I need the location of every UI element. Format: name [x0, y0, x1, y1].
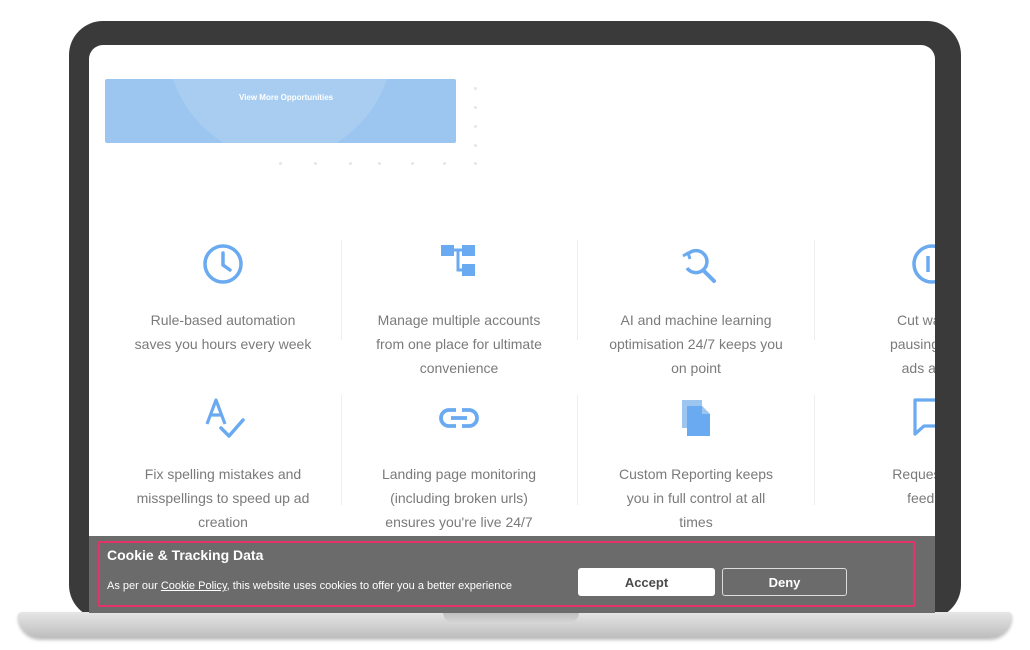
feature-multi-account: Manage multiple accounts from one place …: [349, 242, 569, 380]
cookie-policy-link[interactable]: Cookie Policy: [161, 580, 227, 592]
accept-button[interactable]: Accept: [578, 568, 715, 596]
feature-spelling: Fix spelling mistakes and misspellings t…: [113, 396, 333, 534]
feature-automation: Rule-based automation saves you hours ev…: [113, 242, 333, 356]
column-divider: [341, 395, 342, 505]
feature-text-line: convenience: [419, 360, 499, 376]
column-divider: [814, 395, 815, 505]
feature-text-line: Manage multiple accounts: [377, 312, 541, 328]
feature-text-line: from one place for ultimate: [376, 336, 542, 352]
cookie-banner: Cookie & Tracking Data As per our Cookie…: [89, 536, 935, 613]
feature-text-line: (including broken urls): [390, 490, 528, 506]
column-divider: [577, 395, 578, 505]
feature-text-line: ads and k: [901, 360, 935, 376]
feature-text-line: Custom Reporting keeps: [618, 466, 774, 482]
feature-text-line: times: [679, 514, 713, 530]
pause-icon: [912, 244, 935, 284]
column-divider: [814, 240, 815, 340]
spellcheck-icon: [205, 398, 245, 438]
feature-text-line: ensures you're live 24/7: [385, 514, 533, 530]
feature-request: Request feat feedbac: [822, 396, 935, 510]
cookie-banner-title: Cookie & Tracking Data: [107, 547, 264, 563]
feature-landing-page: Landing page monitoring (including broke…: [349, 396, 569, 534]
laptop-notch: [443, 612, 579, 624]
document-icon: [682, 400, 710, 436]
feature-text-line: feedbac: [907, 490, 935, 506]
clock-icon: [203, 244, 243, 284]
feature-text-line: AI and machine learning: [620, 312, 772, 328]
column-divider: [341, 240, 342, 340]
hierarchy-icon: [441, 245, 475, 276]
feature-text-line: optimisation 24/7 keeps you: [609, 336, 783, 352]
cookie-banner-message: As per our Cookie Policy, this website u…: [107, 580, 512, 592]
feature-text-line: pausing unde: [889, 336, 935, 352]
feature-text-line: saves you hours every week: [134, 336, 312, 352]
feature-text-line: Cut wasted: [896, 312, 935, 328]
chat-icon: [913, 398, 935, 436]
cookie-message-prefix: As per our: [107, 580, 161, 592]
cookie-message-suffix: , this website uses cookies to offer you…: [226, 580, 512, 592]
feature-text-line: Rule-based automation: [150, 312, 296, 328]
search-refresh-icon: [682, 248, 716, 283]
feature-text-line: Landing page monitoring: [381, 466, 537, 482]
deny-button[interactable]: Deny: [722, 568, 847, 596]
laptop-screen: View More Opportunities Rule-based autom…: [89, 45, 935, 613]
feature-ai-optimisation: AI and machine learning optimisation 24/…: [586, 242, 806, 380]
feature-text-line: Fix spelling mistakes and: [144, 466, 302, 482]
opportunities-card: View More Opportunities: [105, 79, 456, 143]
feature-cut-waste: Cut wasted pausing unde ads and k: [822, 242, 935, 380]
link-icon: [439, 408, 479, 428]
view-more-opportunities-link[interactable]: View More Opportunities: [239, 93, 333, 102]
feature-text-line: Request feat: [892, 466, 935, 482]
feature-text-line: on point: [671, 360, 721, 376]
feature-text-line: creation: [198, 514, 248, 530]
feature-text-line: you in full control at all: [626, 490, 766, 506]
card-decoration: [165, 79, 395, 143]
feature-reporting: Custom Reporting keeps you in full contr…: [586, 396, 806, 534]
feature-text-line: misspellings to speed up ad: [136, 490, 310, 506]
column-divider: [577, 240, 578, 340]
